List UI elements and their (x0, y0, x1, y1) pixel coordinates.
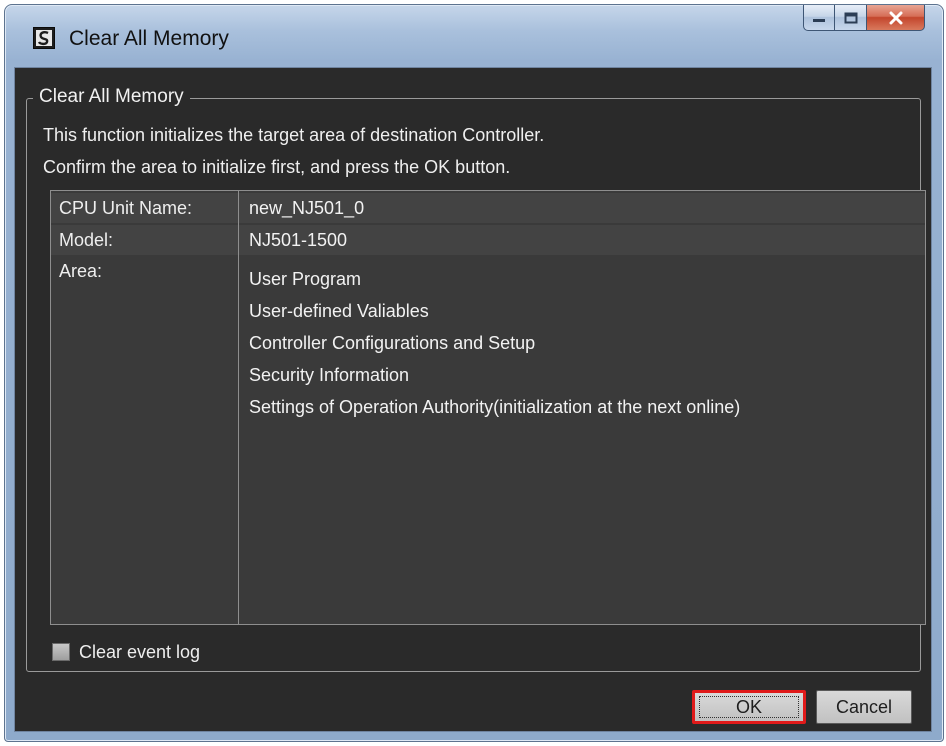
area-item: Security Information (249, 365, 410, 385)
area-label: Area: (59, 261, 103, 281)
cpu-unit-name-value: new_NJ501_0 (249, 198, 365, 218)
clear-event-log-label: Clear event log (79, 642, 201, 662)
clear-event-log-option[interactable]: Clear event log (52, 638, 200, 666)
area-item: User-defined Valiables (249, 301, 429, 321)
dialog-window: Clear All Memory Clear All Memory This f… (4, 4, 944, 742)
model-label: Model: (59, 230, 114, 250)
cpu-unit-name-label: CPU Unit Name: (59, 198, 193, 218)
close-button[interactable] (867, 5, 925, 31)
controller-info-table: CPU Unit Name: new_NJ501_0 Model: NJ501-… (50, 190, 926, 625)
group-title: Clear All Memory (33, 84, 190, 110)
window-title: Clear All Memory (69, 27, 229, 50)
maximize-icon (844, 12, 857, 23)
cancel-button[interactable]: Cancel (816, 690, 912, 724)
close-icon (889, 11, 902, 24)
area-list: User Program User-defined Valiables Cont… (249, 263, 740, 423)
ok-button-label: OK (735, 697, 762, 717)
description-line-2: Confirm the area to initialize first, an… (43, 157, 511, 177)
app-icon[interactable] (33, 27, 55, 49)
title-bar[interactable]: Clear All Memory (5, 5, 943, 67)
model-value: NJ501-1500 (249, 230, 348, 250)
area-item: Controller Configurations and Setup (249, 333, 536, 353)
maximize-button[interactable] (835, 5, 867, 31)
minimize-button[interactable] (803, 5, 835, 31)
cancel-button-label: Cancel (835, 697, 893, 717)
description-line-1: This function initializes the target are… (43, 125, 545, 145)
ok-button[interactable]: OK (692, 690, 806, 724)
label-column (51, 191, 239, 624)
clear-event-log-checkbox[interactable] (52, 643, 70, 661)
caption-buttons (803, 5, 925, 35)
area-item: Settings of Operation Authority(initiali… (249, 397, 741, 417)
minimize-icon (813, 18, 825, 22)
dialog-body: Clear All Memory This function initializ… (14, 67, 932, 732)
area-item: User Program (249, 269, 362, 289)
